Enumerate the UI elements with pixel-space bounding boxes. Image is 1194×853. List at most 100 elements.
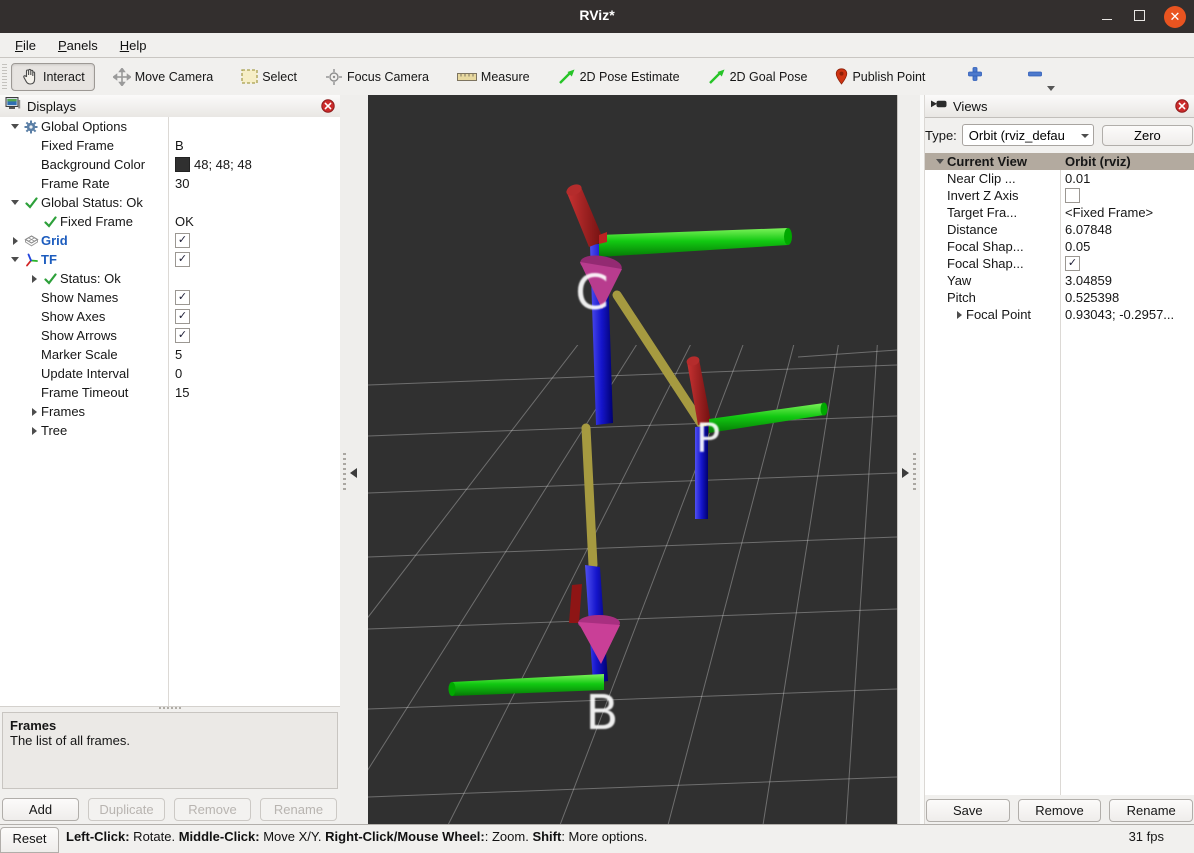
property-row[interactable]: Global Status: Ok — [0, 193, 340, 212]
checkbox[interactable]: ✓ — [175, 290, 190, 305]
checkbox[interactable]: ✓ — [175, 233, 190, 248]
toolbar-drag-handle[interactable] — [2, 64, 7, 90]
property-value[interactable]: ✓ — [175, 252, 190, 267]
property-value[interactable]: OK — [175, 214, 194, 229]
collapse-left-icon[interactable] — [350, 468, 357, 478]
property-label: Tree — [41, 423, 67, 438]
property-value[interactable]: 0.93043; -0.2957... — [1065, 307, 1174, 322]
expander-arrow[interactable] — [27, 408, 41, 416]
tool-select[interactable]: Select — [231, 64, 307, 89]
property-row[interactable]: Distance6.07848 — [925, 221, 1194, 238]
reset-button[interactable]: Reset — [0, 827, 59, 853]
menu-item-panels[interactable]: Panels — [47, 36, 109, 55]
property-row[interactable]: Frame Rate30 — [0, 174, 340, 193]
left-dock-splitter[interactable] — [340, 95, 369, 825]
save-button[interactable]: Save — [926, 799, 1010, 822]
property-value[interactable]: 3.04859 — [1065, 273, 1112, 288]
property-row[interactable]: Frame Timeout15 — [0, 383, 340, 402]
expander-arrow[interactable] — [27, 427, 41, 435]
property-row[interactable]: Show Arrows✓ — [0, 326, 340, 345]
property-row[interactable]: Fixed Frame OK — [0, 212, 340, 231]
checkbox[interactable]: ✓ — [175, 252, 190, 267]
expander-arrow[interactable] — [8, 200, 22, 205]
property-value[interactable]: 5 — [175, 347, 182, 362]
view-type-dropdown[interactable]: Orbit (rviz_defau — [962, 124, 1094, 146]
property-row[interactable]: Marker Scale5 — [0, 345, 340, 364]
remove-tool-button[interactable] — [1021, 62, 1049, 91]
property-value[interactable]: 0.05 — [1065, 239, 1090, 254]
property-value[interactable]: ✓ — [1065, 256, 1080, 271]
tool-2d-goal-pose[interactable]: 2D Goal Pose — [698, 64, 818, 90]
property-row[interactable]: Focal Shap...0.05 — [925, 238, 1194, 255]
property-value[interactable]: <Fixed Frame> — [1065, 205, 1153, 220]
property-value[interactable]: ✓ — [175, 290, 190, 305]
expander-arrow[interactable] — [933, 159, 947, 164]
expander-arrow[interactable] — [8, 124, 22, 129]
close-panel-icon[interactable] — [1175, 99, 1189, 118]
property-row[interactable]: Background Color48; 48; 48 — [0, 155, 340, 174]
tool-move-camera[interactable]: Move Camera — [103, 63, 224, 91]
property-row[interactable]: Near Clip ...0.01 — [925, 170, 1194, 187]
property-row[interactable]: Frames — [0, 402, 340, 421]
property-value[interactable]: ✓ — [175, 233, 190, 248]
property-row[interactable]: Focal Point0.93043; -0.2957... — [925, 306, 1194, 323]
property-row[interactable]: Show Axes✓ — [0, 307, 340, 326]
property-value[interactable]: ✓ — [175, 309, 190, 324]
checkbox[interactable]: ✓ — [175, 328, 190, 343]
add-button[interactable]: Add — [2, 798, 79, 821]
property-row[interactable]: Tree — [0, 421, 340, 440]
property-value[interactable]: Orbit (rviz) — [1065, 154, 1131, 169]
property-row[interactable]: TF✓ — [0, 250, 340, 269]
checkbox[interactable] — [1065, 188, 1080, 203]
remove-button[interactable]: Remove — [1018, 799, 1102, 822]
3d-viewport[interactable]: C P B — [368, 95, 897, 825]
zero-button[interactable]: Zero — [1102, 125, 1193, 146]
checkbox[interactable]: ✓ — [1065, 256, 1080, 271]
maximize-icon[interactable] — [1132, 9, 1146, 24]
property-label: Fixed Frame — [60, 214, 133, 229]
tool-focus-camera[interactable]: Focus Camera — [315, 63, 439, 91]
property-value[interactable] — [1065, 188, 1080, 203]
tool-2d-pose-estimate[interactable]: 2D Pose Estimate — [548, 64, 690, 90]
expander-arrow[interactable] — [8, 257, 22, 262]
property-row[interactable]: Yaw3.04859 — [925, 272, 1194, 289]
property-row[interactable]: Fixed FrameB — [0, 136, 340, 155]
property-value[interactable]: 48; 48; 48 — [175, 157, 252, 172]
property-row[interactable]: Current ViewOrbit (rviz) — [925, 153, 1194, 170]
property-value[interactable]: 0.525398 — [1065, 290, 1119, 305]
tool-measure[interactable]: Measure — [447, 65, 540, 89]
property-value[interactable]: 6.07848 — [1065, 222, 1112, 237]
right-dock-splitter[interactable] — [897, 95, 921, 825]
property-value[interactable]: 0.01 — [1065, 171, 1090, 186]
property-row[interactable]: Target Fra...<Fixed Frame> — [925, 204, 1194, 221]
tool-publish-point[interactable]: Publish Point — [825, 63, 935, 90]
checkbox[interactable]: ✓ — [175, 309, 190, 324]
expander-arrow[interactable] — [27, 275, 41, 283]
property-value[interactable]: 0 — [175, 366, 182, 381]
property-row[interactable]: Grid✓ — [0, 231, 340, 250]
expander-arrow[interactable] — [8, 237, 22, 245]
property-row[interactable]: Global Options — [0, 117, 340, 136]
property-value[interactable]: 15 — [175, 385, 189, 400]
chevron-down-icon[interactable] — [1047, 86, 1055, 91]
add-tool-button[interactable] — [961, 62, 989, 91]
property-value[interactable]: 30 — [175, 176, 189, 191]
property-row[interactable]: Update Interval0 — [0, 364, 340, 383]
collapse-right-icon[interactable] — [902, 468, 909, 478]
menu-item-file[interactable]: File — [4, 36, 47, 55]
splitter-handle[interactable] — [0, 705, 340, 711]
close-icon[interactable]: ✕ — [1164, 6, 1186, 28]
property-row[interactable]: Status: Ok — [0, 269, 340, 288]
minimize-icon[interactable] — [1100, 9, 1114, 24]
property-value[interactable]: ✓ — [175, 328, 190, 343]
property-row[interactable]: Show Names✓ — [0, 288, 340, 307]
property-row[interactable]: Invert Z Axis — [925, 187, 1194, 204]
close-panel-icon[interactable] — [321, 99, 335, 118]
rename-button[interactable]: Rename — [1109, 799, 1193, 822]
property-value[interactable]: B — [175, 138, 184, 153]
property-row[interactable]: Pitch0.525398 — [925, 289, 1194, 306]
menu-item-help[interactable]: Help — [109, 36, 158, 55]
property-row[interactable]: Focal Shap...✓ — [925, 255, 1194, 272]
tool-interact[interactable]: Interact — [11, 63, 95, 91]
expander-arrow[interactable] — [952, 311, 966, 319]
